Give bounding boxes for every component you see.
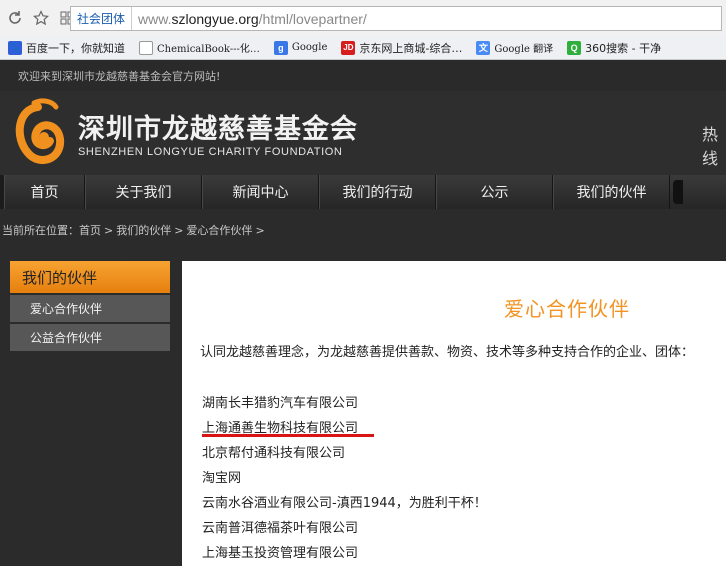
foundation-logo-icon[interactable] [10, 97, 66, 169]
url-prefix: www. [138, 10, 172, 27]
sidebar-item-love-partners[interactable]: 爱心合作伙伴 [10, 295, 170, 322]
nav-public-notice[interactable]: 公示 [436, 175, 553, 209]
list-item: 上海基玉投资管理有限公司 [202, 546, 359, 561]
bookmark-label: Google 翻译 [494, 44, 554, 55]
list-item: 云南水谷酒业有限公司-滇西1944，为胜利干杯！ [202, 496, 487, 511]
welcome-text: 欢迎来到深圳市龙越慈善基金会官方网站! [18, 70, 221, 83]
nav-search-edge [673, 180, 683, 204]
site-category-tag: 社会团体 [71, 7, 133, 30]
bookmark-baidu[interactable]: 🐾 百度一下，你就知道 [8, 40, 125, 56]
nav-about[interactable]: 关于我们 [85, 175, 202, 209]
sidebar-item-charity-partners[interactable]: 公益合作伙伴 [10, 324, 170, 351]
breadcrumb-partners[interactable]: 我们的伙伴 [116, 222, 171, 238]
browser-toolbar: 社会团体 www.szlongyue.org/html/lovepartner/ [0, 0, 726, 36]
nav-home[interactable]: 首页 [4, 175, 85, 209]
bookmark-label: 百度一下，你就知道 [26, 41, 125, 55]
page-title: 爱心合作伙伴 [504, 297, 630, 321]
breadcrumb-home[interactable]: 当前所在位置：首页 [2, 222, 101, 238]
welcome-strip: 欢迎来到深圳市龙越慈善基金会官方网站! [0, 61, 726, 91]
baidu-paw-icon: 🐾 [8, 40, 22, 55]
bookmark-360[interactable]: Q 360搜索 - 干净 [567, 40, 661, 56]
breadcrumb-separator: > [255, 223, 265, 237]
translate-icon: 文 [476, 40, 491, 55]
nav-partners[interactable]: 我们的伙伴 [553, 175, 670, 209]
bookmark-jd[interactable]: JD 京东网上商城-综合… [341, 40, 462, 56]
list-item: 湖南长丰猎豹汽车有限公司 [202, 396, 359, 411]
hotline-label: 热线 [702, 125, 719, 168]
url-text: www.szlongyue.org/html/lovepartner/ [132, 11, 367, 27]
red-underline-mark [202, 434, 374, 437]
360-search-icon: Q [567, 40, 582, 55]
main-nav-bar: 首页 关于我们 新闻中心 我们的行动 公示 我们的伙伴 [4, 175, 726, 209]
bookmark-label: ChemicalBook---化… [157, 44, 260, 55]
refresh-icon[interactable] [4, 7, 26, 29]
breadcrumb-separator: > [174, 223, 184, 237]
bookmark-label: 360搜索 - 干净 [585, 41, 662, 55]
main-nav: 首页 关于我们 新闻中心 我们的行动 公示 我们的伙伴 [0, 175, 726, 209]
bookmark-label: Google [291, 42, 328, 53]
jd-icon: JD [341, 40, 356, 55]
url-path: /html/lovepartner/ [258, 10, 367, 27]
google-icon: g [273, 40, 288, 55]
list-item: 淘宝网 [202, 471, 242, 486]
star-bookmark-icon[interactable] [30, 7, 52, 29]
nav-actions[interactable]: 我们的行动 [319, 175, 436, 209]
site-header: 深圳市龙越慈善基金会 SHENZHEN LONGYUE CHARITY FOUN… [0, 91, 726, 175]
sidebar: 我们的伙伴 爱心合作伙伴 公益合作伙伴 [10, 261, 170, 566]
sidebar-title: 我们的伙伴 [10, 261, 170, 293]
list-item: 北京帮付通科技有限公司 [202, 446, 346, 461]
bookmark-google-translate[interactable]: 文 Google 翻译 [476, 40, 553, 55]
org-name-cn: 深圳市龙越慈善基金会 [78, 114, 358, 145]
main-content: 爱心合作伙伴 认同龙越慈善理念，为龙越慈善提供善款、物资、技术等多种支持合作的企… [182, 261, 726, 566]
breadcrumb: 当前所在位置：首页 > 我们的伙伴 > 爱心合作伙伴 > [0, 209, 726, 251]
org-name-en: SHENZHEN LONGYUE CHARITY FOUNDATION [78, 146, 343, 158]
page-icon [139, 40, 153, 55]
list-item: 云南普洱德福茶叶有限公司 [202, 521, 359, 536]
nav-news[interactable]: 新闻中心 [202, 175, 319, 209]
breadcrumb-separator: > [104, 223, 114, 237]
breadcrumb-area: 当前所在位置：首页 > 我们的伙伴 > 爱心合作伙伴 > [0, 209, 726, 261]
address-bar[interactable]: 社会团体 www.szlongyue.org/html/lovepartner/ [70, 6, 722, 31]
breadcrumb-love-partners[interactable]: 爱心合作伙伴 [186, 222, 252, 238]
bookmark-label: 京东网上商城-综合… [359, 41, 463, 55]
intro-text: 认同龙越慈善理念，为龙越慈善提供善款、物资、技术等多种支持合作的企业、团体： [200, 345, 695, 360]
bookmark-google[interactable]: g Google [273, 40, 328, 55]
url-host: szlongyue.org [171, 10, 259, 27]
bookmark-chemicalbook[interactable]: ChemicalBook---化… [139, 40, 260, 55]
bookmarks-bar: 🐾 百度一下，你就知道 ChemicalBook---化… g Google J… [0, 36, 726, 60]
